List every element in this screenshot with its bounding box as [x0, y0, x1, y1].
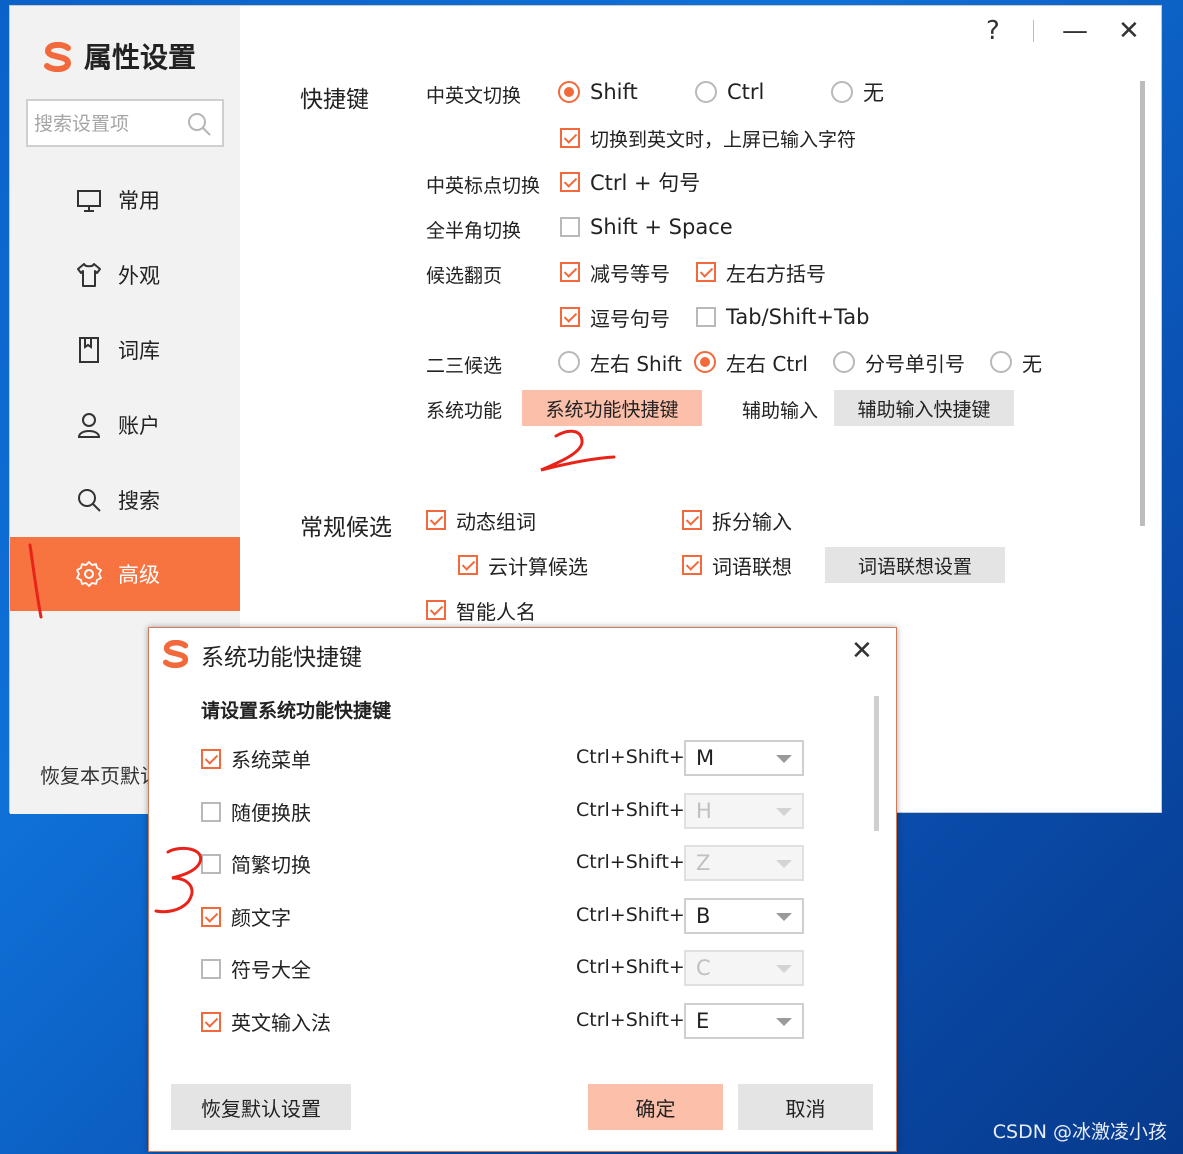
annotation-mark-1: [28, 543, 43, 619]
annotation-mark-3: [154, 846, 203, 914]
annotation-mark-2: [540, 429, 616, 472]
annotation-overlay: [28, 429, 616, 914]
